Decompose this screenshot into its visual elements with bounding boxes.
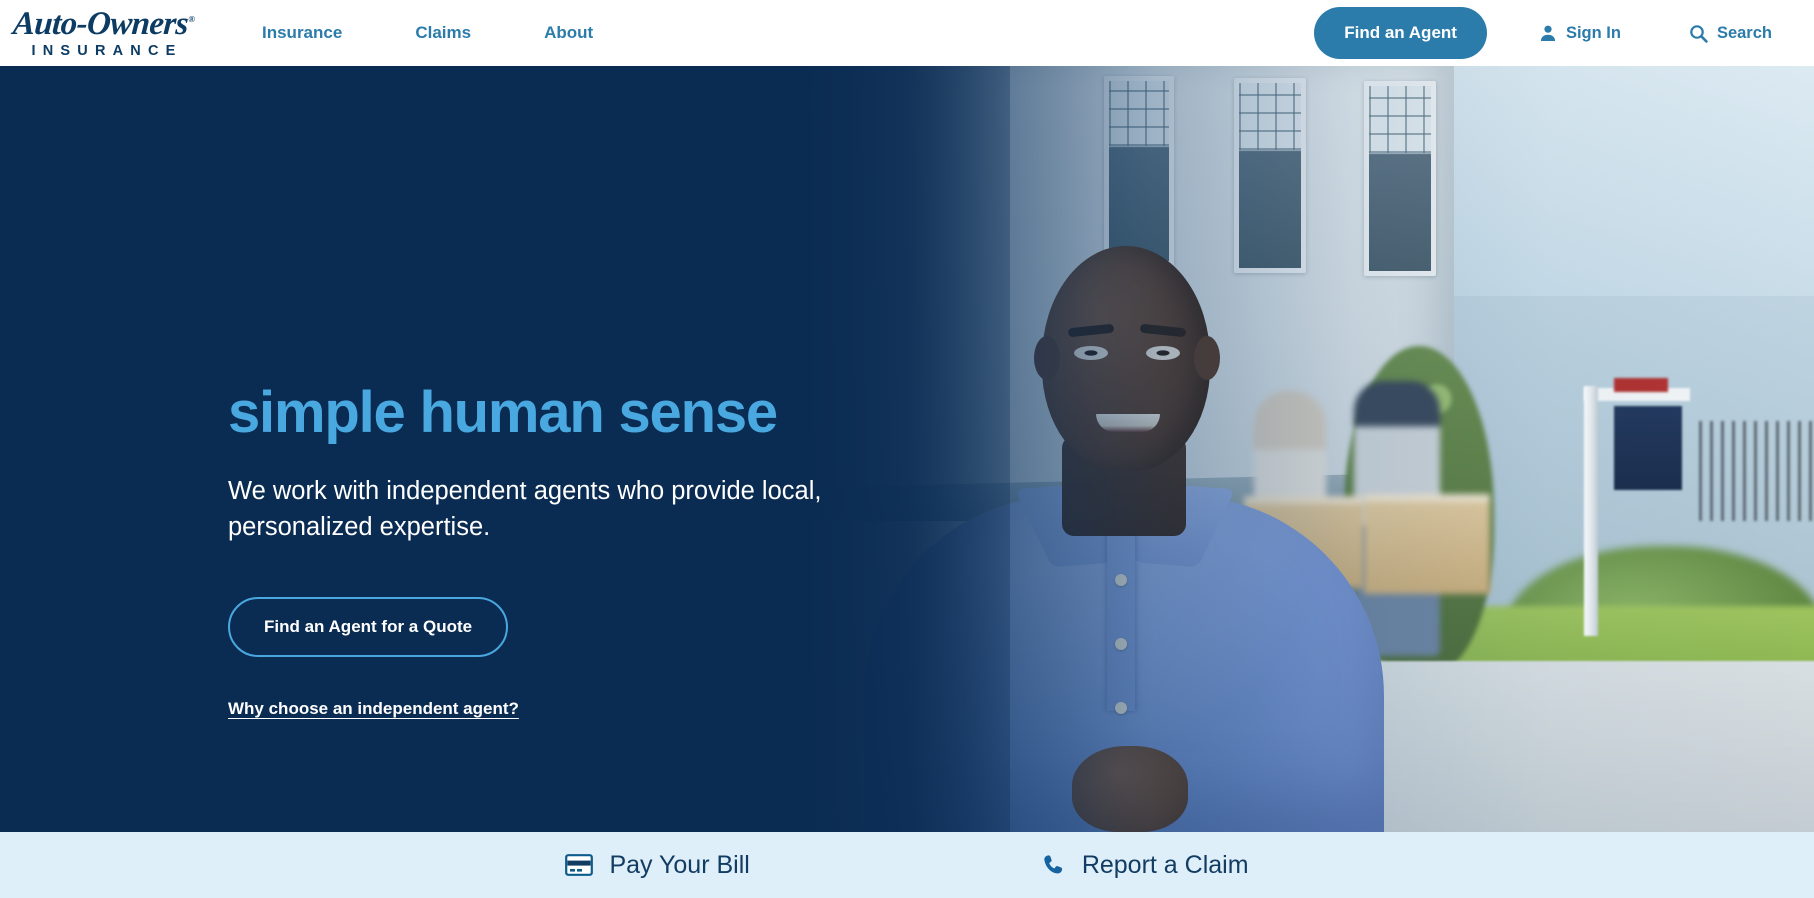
nav-item-claims[interactable]: Claims	[415, 17, 471, 49]
photo-eye	[1074, 346, 1108, 360]
photo-foreground-man	[864, 186, 1384, 832]
photo-fence	[1699, 421, 1814, 521]
nav-item-about[interactable]: About	[544, 17, 593, 49]
nav-item-insurance[interactable]: Insurance	[262, 17, 342, 49]
hero-subheadline: We work with independent agents who prov…	[228, 476, 822, 542]
site-logo[interactable]: Auto-Owners® INSURANCE	[8, 5, 200, 59]
user-icon	[1539, 24, 1557, 42]
search-label: Search	[1716, 23, 1772, 42]
photo-clasped-hands	[1072, 746, 1188, 832]
find-an-agent-for-a-quote-button[interactable]: Find an Agent for a Quote	[228, 597, 509, 658]
pay-your-bill-link[interactable]: Pay Your Bill	[565, 850, 750, 880]
logo-subtitle: INSURANCE	[31, 42, 183, 59]
logo-wordmark-text: Auto-Owners	[11, 5, 190, 42]
photo-ear	[1194, 336, 1220, 380]
photo-ear	[1034, 336, 1060, 380]
primary-navigation: Insurance Claims About	[262, 17, 593, 49]
sign-in-link[interactable]: Sign In	[1539, 24, 1621, 43]
photo-shirt-button	[1115, 638, 1127, 650]
header-actions: Find an Agent Sign In Search	[1314, 0, 1814, 66]
site-header: Auto-Owners® INSURANCE Insurance Claims …	[0, 0, 1814, 66]
sign-in-label: Sign In	[1565, 23, 1621, 42]
photo-smile	[1096, 414, 1160, 432]
report-a-claim-label: Report a Claim	[1081, 850, 1249, 879]
report-a-claim-link[interactable]: Report a Claim	[1042, 851, 1249, 880]
phone-icon	[1042, 853, 1066, 877]
hero-banner: simple human sense We work with independ…	[0, 66, 1814, 832]
logo-wordmark: Auto-Owners®	[11, 5, 196, 42]
photo-sold-banner	[1614, 378, 1668, 392]
photo-sign-post	[1584, 386, 1598, 636]
find-an-agent-button[interactable]: Find an Agent	[1314, 7, 1487, 59]
search-button[interactable]: Search	[1689, 24, 1772, 43]
photo-shirt-button	[1115, 574, 1127, 586]
logo-trademark-symbol: ®	[188, 13, 196, 24]
photo-head	[1042, 246, 1210, 471]
credit-card-icon	[565, 854, 594, 876]
photo-shirt-button	[1115, 702, 1127, 714]
hero-content: simple human sense We work with independ…	[228, 380, 928, 719]
photo-shirt-placket	[1107, 531, 1135, 711]
pay-your-bill-label: Pay Your Bill	[609, 850, 750, 879]
photo-eye	[1146, 346, 1180, 360]
search-icon	[1689, 24, 1708, 43]
photo-for-sale-sign	[1614, 406, 1682, 490]
quick-action-bar: Pay Your Bill Report a Claim	[0, 832, 1814, 898]
hero-headline: simple human sense	[228, 380, 778, 445]
why-choose-independent-agent-link[interactable]: Why choose an independent agent?	[228, 699, 519, 719]
